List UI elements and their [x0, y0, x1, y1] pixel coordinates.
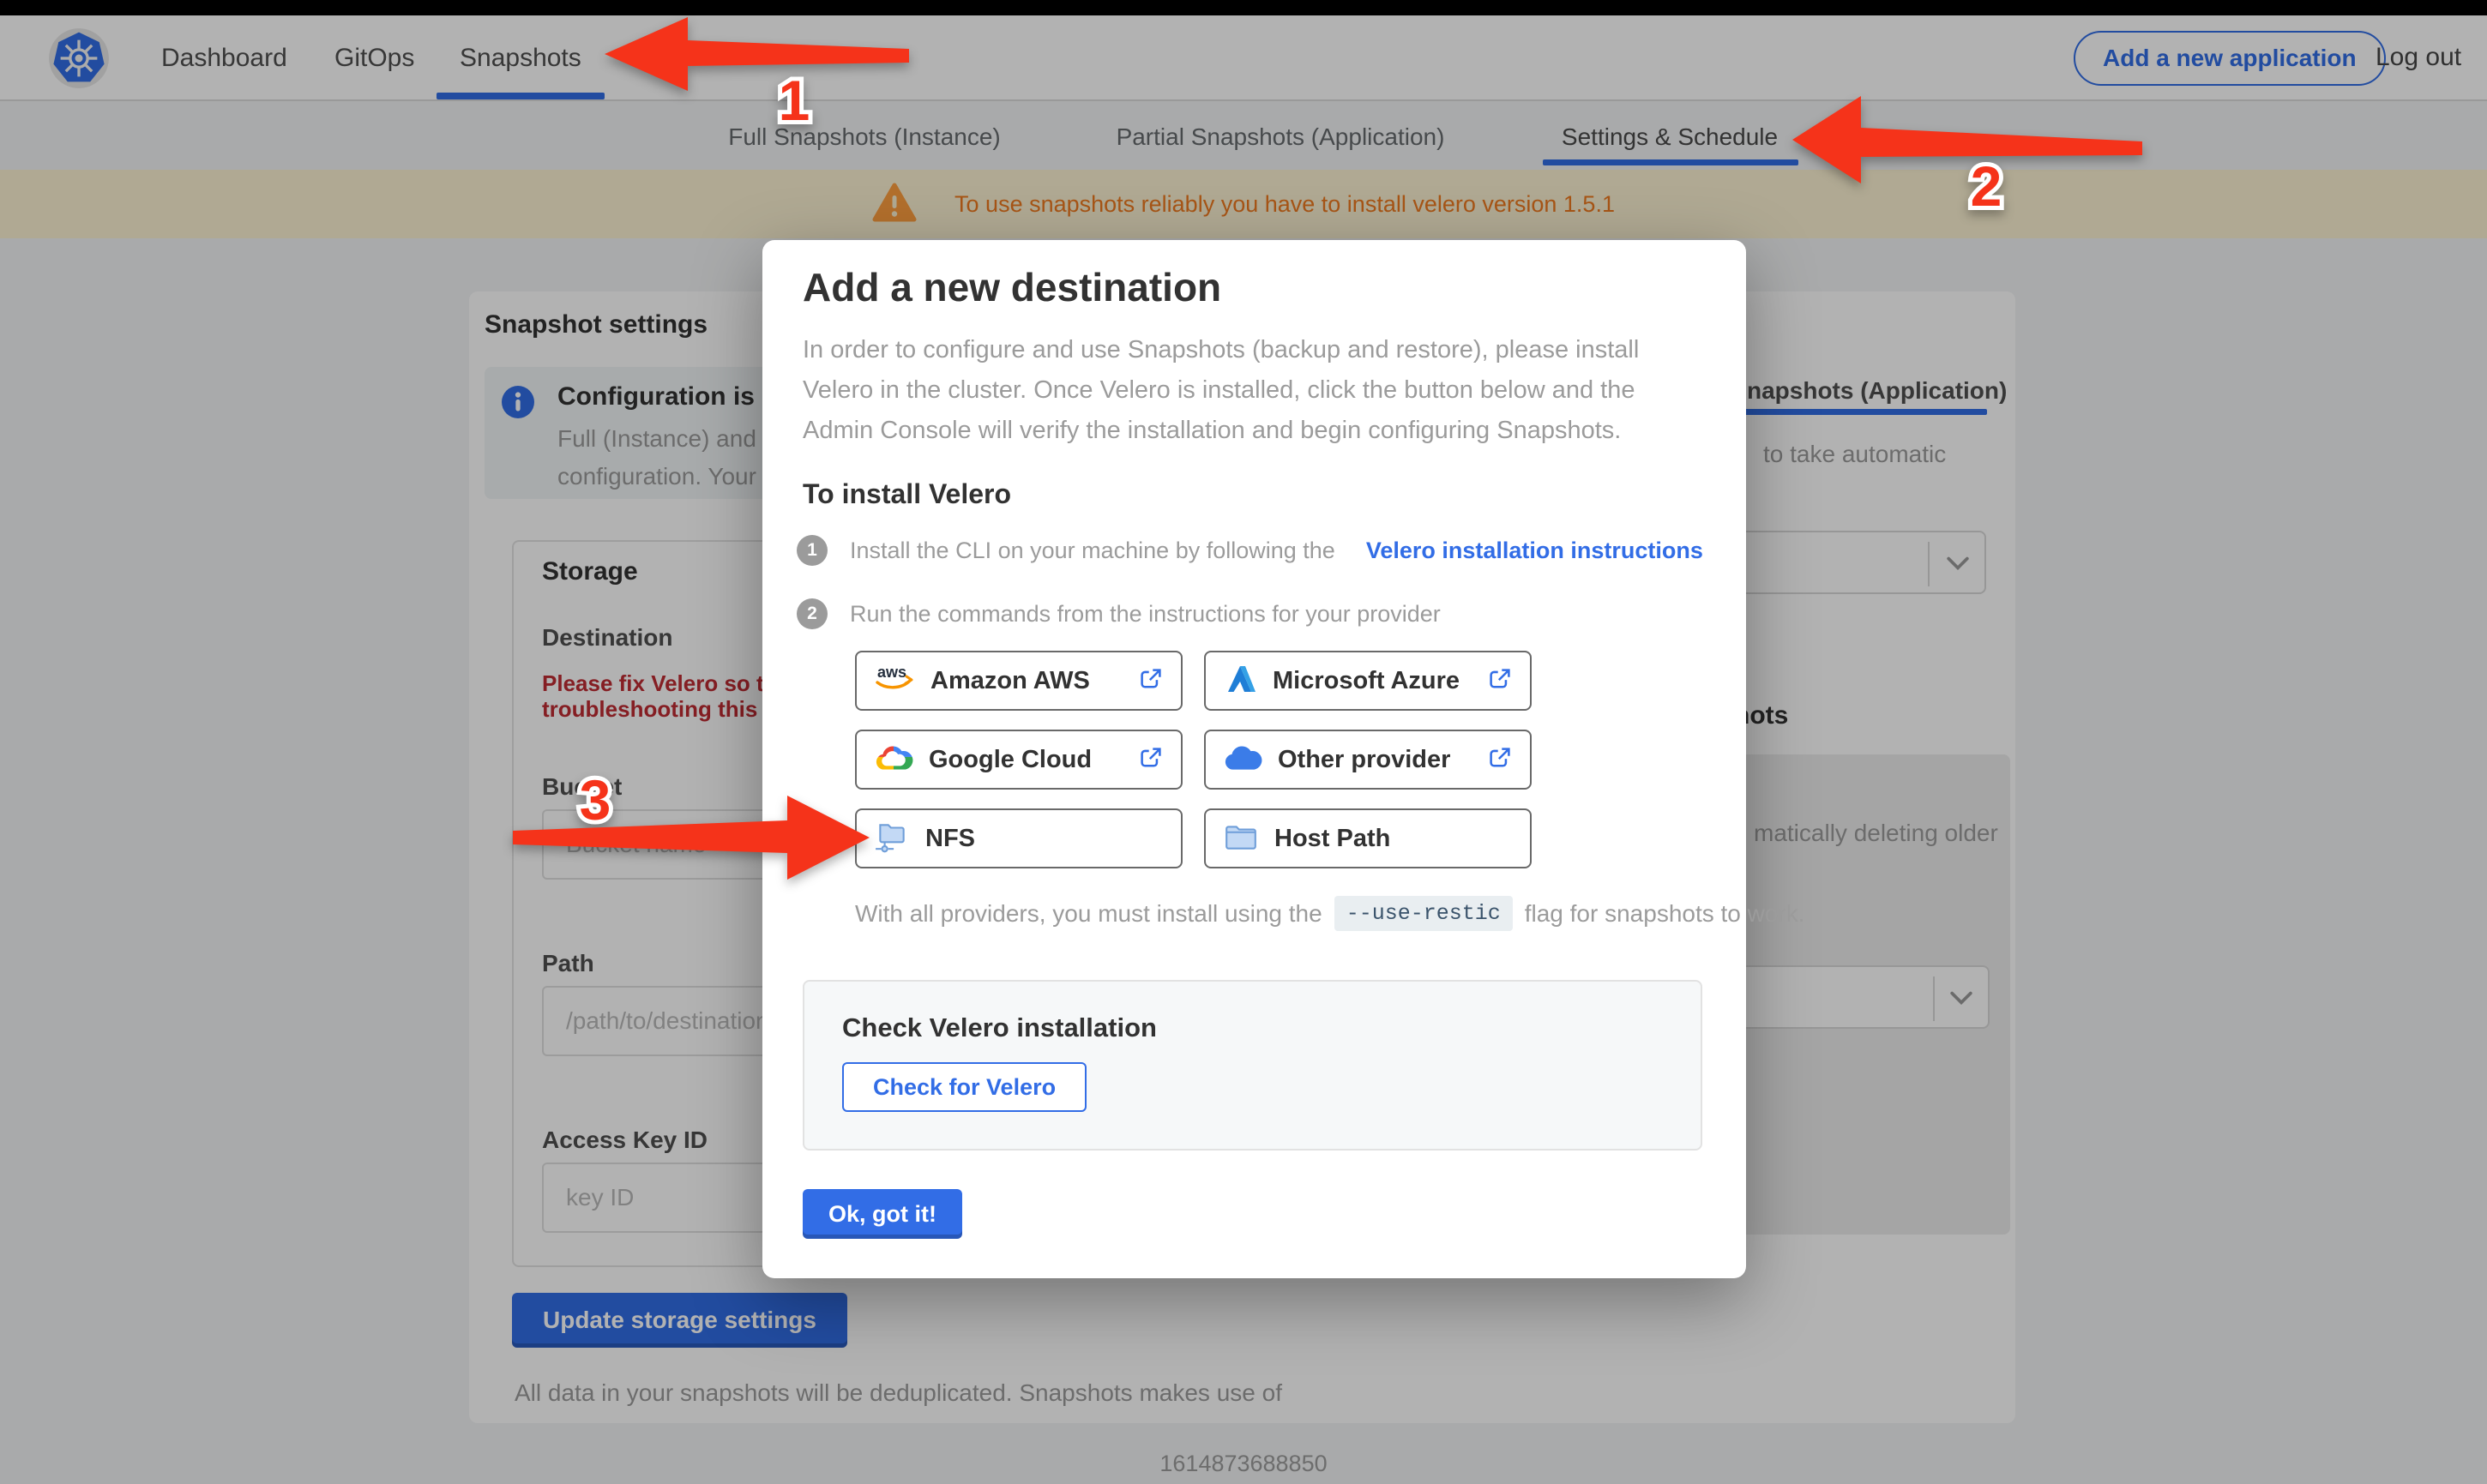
install-step-2: 2 Run the commands from the instructions… — [797, 598, 1441, 629]
modal-intro-line2: Velero in the cluster. Once Velero is in… — [803, 376, 1635, 405]
provider-grid: aws Amazon AWS Microsoft Azur — [855, 651, 1532, 868]
ok-got-it-button[interactable]: Ok, got it! — [803, 1189, 962, 1239]
external-link-icon — [1138, 745, 1164, 775]
step1-number-badge: 1 — [797, 535, 828, 566]
external-link-icon — [1487, 745, 1513, 775]
cloud-icon — [1223, 744, 1262, 776]
add-destination-modal: Add a new destination In order to config… — [762, 240, 1746, 1278]
provider-amazon-aws[interactable]: aws Amazon AWS — [855, 651, 1183, 711]
external-link-icon — [1138, 666, 1164, 696]
folder-icon — [1223, 821, 1259, 856]
restic-prefix: With all providers, you must install usi… — [855, 900, 1322, 928]
provider-host-path[interactable]: Host Path — [1204, 808, 1532, 868]
google-cloud-icon — [874, 744, 913, 776]
check-velero-section: Check Velero installation Check for Vele… — [803, 980, 1702, 1151]
install-velero-heading: To install Velero — [803, 478, 1011, 510]
provider-microsoft-azure[interactable]: Microsoft Azure — [1204, 651, 1532, 711]
check-velero-heading: Check Velero installation — [842, 1012, 1157, 1043]
admin-console-screen: Dashboard GitOps Snapshots Add a new app… — [0, 0, 2487, 1484]
aws-icon: aws — [874, 662, 915, 700]
external-link-icon — [1487, 666, 1513, 696]
step2-text: Run the commands from the instructions f… — [850, 601, 1441, 628]
svg-text:aws: aws — [877, 664, 906, 681]
step1-text: Install the CLI on your machine by follo… — [850, 538, 1335, 564]
provider-google-cloud[interactable]: Google Cloud — [855, 730, 1183, 790]
modal-intro-line3: Admin Console will verify the installati… — [803, 417, 1621, 445]
step2-number-badge: 2 — [797, 598, 828, 629]
install-step-1: 1 Install the CLI on your machine by fol… — [797, 535, 1703, 566]
modal-title: Add a new destination — [803, 264, 1221, 310]
restic-suffix: flag for snapshots to work. — [1525, 900, 1805, 928]
provider-other[interactable]: Other provider — [1204, 730, 1532, 790]
modal-intro-line1: In order to configure and use Snapshots … — [803, 336, 1639, 364]
use-restic-flag-chip: --use-restic — [1334, 896, 1513, 931]
provider-nfs[interactable]: NFS — [855, 808, 1183, 868]
azure-icon — [1223, 664, 1257, 699]
restic-note: With all providers, you must install usi… — [855, 896, 1805, 931]
check-for-velero-button[interactable]: Check for Velero — [842, 1062, 1087, 1112]
velero-instructions-link[interactable]: Velero installation instructions — [1366, 538, 1703, 564]
nfs-share-folder-icon — [874, 820, 910, 858]
